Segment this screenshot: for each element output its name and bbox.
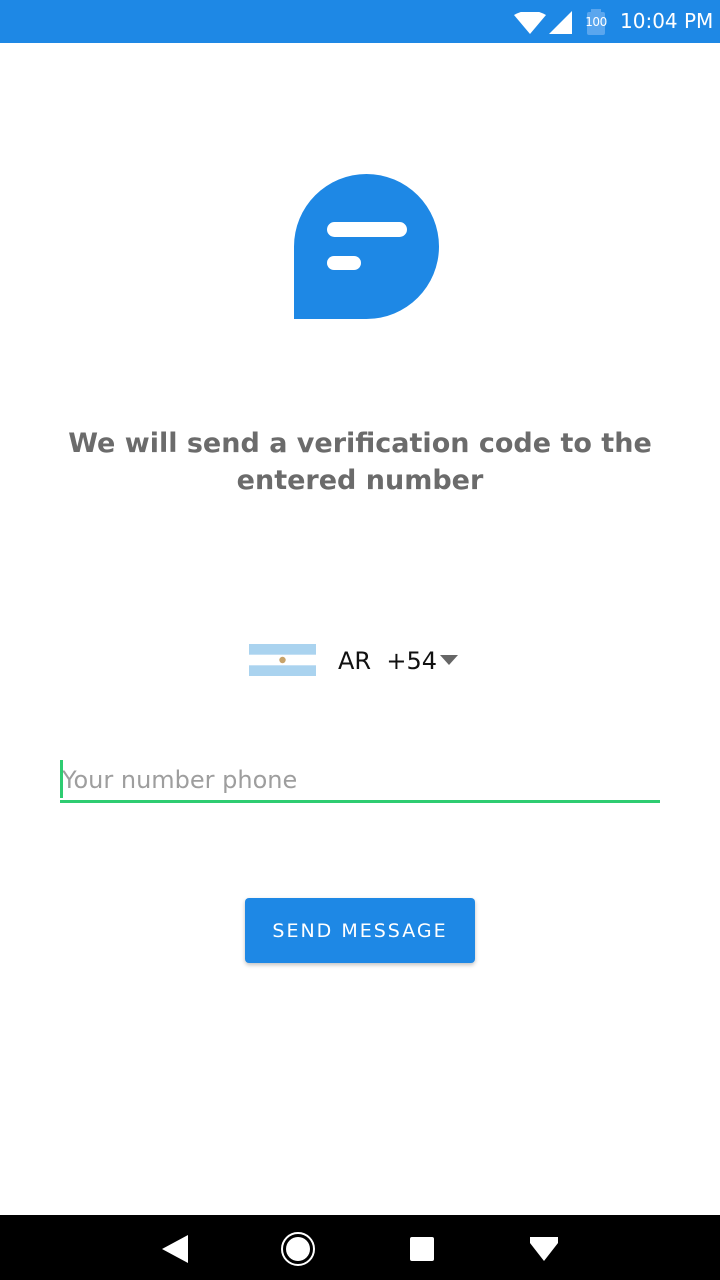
country-code-label: AR +54 <box>338 647 437 675</box>
notifications-icon[interactable] <box>526 1231 562 1267</box>
input-underline <box>60 800 660 803</box>
chat-bubble-icon <box>294 174 439 319</box>
text-cursor <box>60 760 63 798</box>
instruction-text: We will send a verification code to the … <box>68 428 652 496</box>
country-code-selector[interactable]: AR +54 <box>249 640 469 684</box>
home-icon[interactable] <box>280 1231 316 1267</box>
recents-icon[interactable] <box>404 1231 440 1267</box>
signal-icon <box>549 11 572 34</box>
send-message-button[interactable]: SEND MESSAGE <box>245 898 475 963</box>
verification-screen: 100 10:04 PM We will send a verification… <box>0 0 720 1280</box>
battery-level: 100 <box>585 15 607 29</box>
battery-icon: 100 <box>582 8 610 36</box>
phone-number-field <box>60 758 660 804</box>
phone-number-input[interactable] <box>60 758 660 801</box>
wifi-icon <box>514 12 546 34</box>
navigation-bar <box>0 1215 720 1280</box>
back-icon[interactable] <box>158 1231 194 1267</box>
argentina-flag-icon <box>249 644 316 676</box>
dropdown-caret-icon <box>440 655 458 665</box>
status-time: 10:04 PM <box>620 9 714 33</box>
status-bar: 100 10:04 PM <box>0 0 720 43</box>
